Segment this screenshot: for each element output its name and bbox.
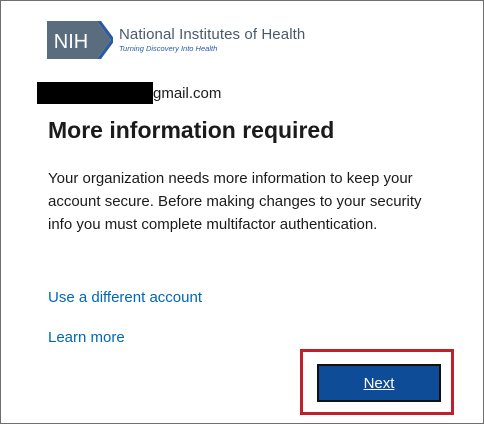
nih-logo: NIH National Institutes of Health Turnin… — [47, 21, 305, 59]
nih-logo-short: NIH — [54, 31, 88, 53]
auth-dialog: NIH National Institutes of Health Turnin… — [0, 0, 484, 424]
learn-more-link[interactable]: Learn more — [48, 329, 125, 346]
use-different-account-link[interactable]: Use a different account — [48, 289, 202, 306]
nih-logo-mark: NIH — [47, 21, 113, 59]
next-button[interactable]: Next — [317, 364, 441, 402]
description-text: Your organization needs more information… — [48, 170, 422, 233]
redacted-username — [37, 82, 153, 104]
page-title: More information required — [48, 117, 335, 143]
nih-logo-tagline: Turning Discovery Into Health — [119, 44, 218, 54]
account-identifier: gmail.com — [37, 82, 222, 104]
account-email-domain: gmail.com — [153, 84, 222, 102]
nih-logo-name: National Institutes of Health — [119, 26, 306, 44]
